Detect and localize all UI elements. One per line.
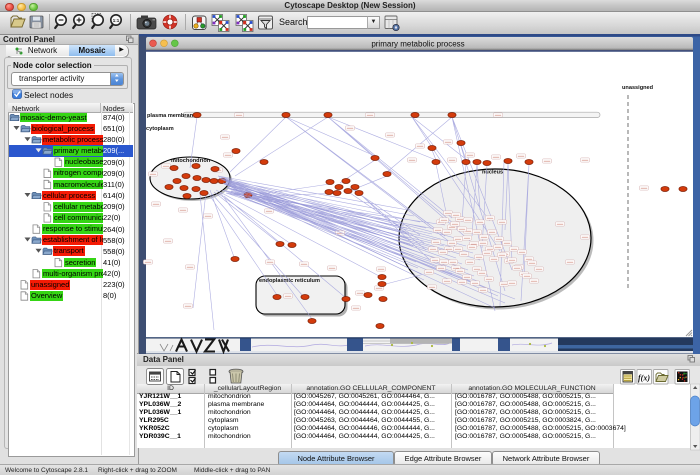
svg-text:cytoplasm: cytoplasm bbox=[146, 126, 174, 132]
svg-text:plasma membrane: plasma membrane bbox=[147, 113, 196, 119]
svg-text:nucleus: nucleus bbox=[482, 170, 503, 176]
svg-text:1:1: 1:1 bbox=[113, 18, 120, 23]
svg-text:unassigned: unassigned bbox=[622, 85, 654, 91]
svg-text:f(x): f(x) bbox=[638, 374, 650, 383]
svg-text:primary metabolic process: primary metabolic process bbox=[371, 40, 464, 49]
